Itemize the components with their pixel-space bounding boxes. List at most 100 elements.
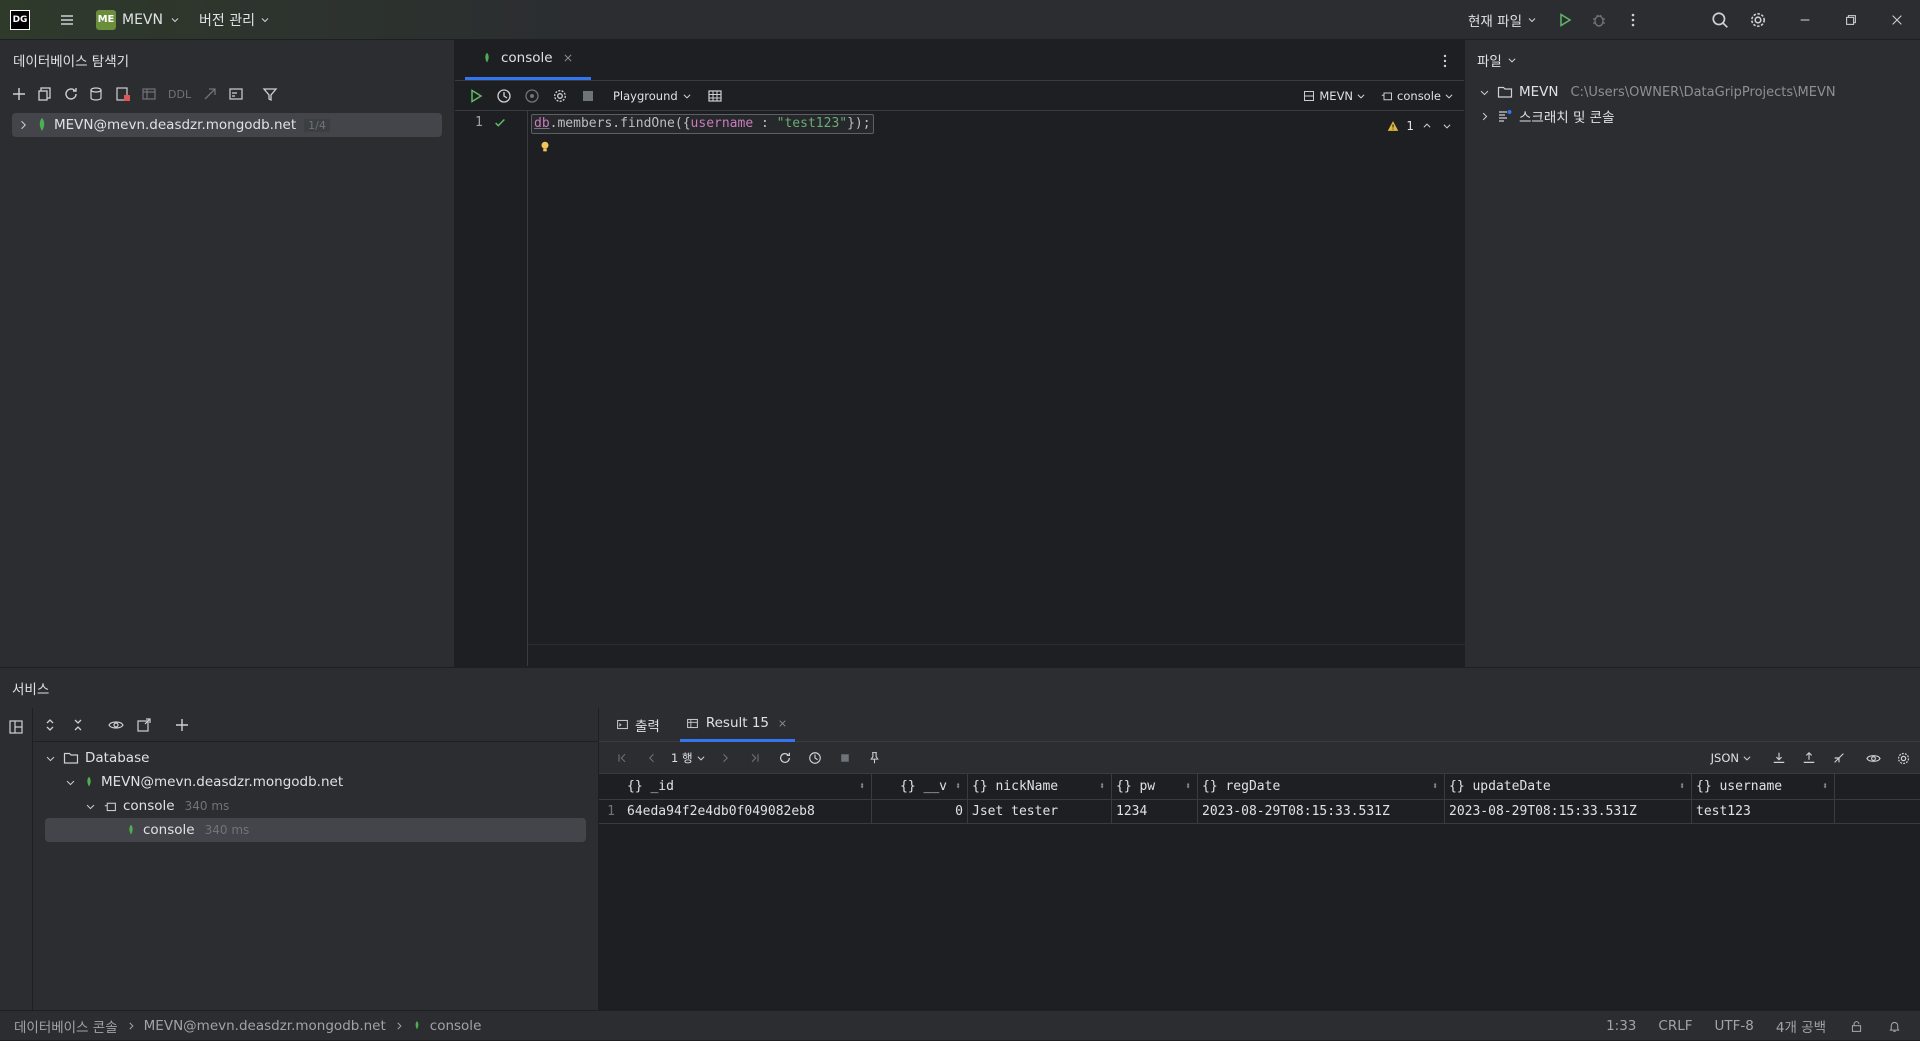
pin-icon[interactable]	[864, 747, 886, 769]
minimize-button[interactable]	[1782, 0, 1828, 40]
tree-node-datasource[interactable]: MEVN@mevn.deasdzr.mongodb.net	[33, 770, 598, 794]
lightbulb-icon[interactable]	[537, 139, 553, 155]
gear-icon[interactable]	[1892, 747, 1914, 769]
sort-icon[interactable]: ⬍	[955, 781, 961, 792]
table-cell[interactable]: 0	[872, 800, 968, 823]
chevron-down-icon[interactable]	[1440, 115, 1454, 137]
compare-icon[interactable]	[1828, 747, 1850, 769]
sort-icon[interactable]: ⬍	[1432, 781, 1438, 792]
expand-all-icon[interactable]	[39, 714, 61, 736]
tab-console[interactable]: console	[465, 39, 591, 80]
sort-icon[interactable]: ⬍	[1679, 781, 1685, 792]
table-cell[interactable]: test123	[1692, 800, 1835, 823]
last-page-icon[interactable]	[744, 747, 766, 769]
breadcrumb-item[interactable]: 데이터베이스 콘솔	[14, 1016, 118, 1036]
column-header[interactable]: {} nickName ⬍	[968, 774, 1112, 799]
more-vertical-icon[interactable]	[1434, 50, 1456, 72]
table-row[interactable]: 1 64eda94f2e4db0f049082eb8 0 Jset tester…	[599, 800, 1920, 824]
chevron-right-icon[interactable]	[16, 114, 30, 136]
stop-icon[interactable]	[577, 85, 599, 107]
vcs-menu[interactable]: 버전 관리	[199, 9, 271, 31]
table-cell[interactable]: 2023-08-29T08:15:33.531Z	[1445, 800, 1692, 823]
refresh-icon[interactable]	[774, 747, 796, 769]
layout-icon[interactable]	[5, 716, 27, 738]
notifications-bell-icon[interactable]	[1886, 1015, 1902, 1037]
cursor-position[interactable]: 1:33	[1606, 1018, 1636, 1034]
history-icon[interactable]	[493, 85, 515, 107]
new-tab-icon[interactable]	[133, 714, 155, 736]
breadcrumb-item[interactable]: MEVN@mevn.deasdzr.mongodb.net	[144, 1018, 386, 1034]
close-icon[interactable]	[775, 712, 789, 734]
sort-icon[interactable]: ⬍	[1185, 781, 1191, 792]
project-tree-item[interactable]: MEVN C:\Users\OWNER\DataGripProjects\MEV…	[1465, 80, 1920, 104]
format-select[interactable]: JSON	[1711, 747, 1752, 769]
debug-icon[interactable]	[1588, 9, 1610, 31]
eye-icon[interactable]	[1862, 747, 1884, 769]
run-config-selector[interactable]: 현재 파일	[1468, 9, 1538, 31]
stop-icon[interactable]	[834, 747, 856, 769]
chevron-up-icon[interactable]	[1420, 115, 1434, 137]
main-menu-icon[interactable]	[56, 9, 78, 31]
breadcrumb-item[interactable]: console	[430, 1018, 482, 1034]
table-cell[interactable]: 64eda94f2e4db0f049082eb8	[623, 800, 872, 823]
chevron-down-icon[interactable]	[1477, 81, 1491, 103]
horizontal-scrollbar[interactable]	[528, 644, 1465, 666]
line-separator[interactable]: CRLF	[1658, 1018, 1692, 1034]
chevron-down-icon[interactable]	[43, 747, 57, 769]
upload-icon[interactable]	[1798, 747, 1820, 769]
restore-button[interactable]	[1828, 0, 1874, 40]
tab-result[interactable]: Result 15	[679, 708, 796, 742]
files-panel-title[interactable]: 파일	[1465, 40, 1920, 80]
column-header[interactable]: {} pw ⬍	[1112, 774, 1198, 799]
table-cell[interactable]: Jset tester	[968, 800, 1112, 823]
chevron-down-icon[interactable]	[63, 771, 77, 793]
tree-node-console-group[interactable]: console 340 ms	[33, 794, 598, 818]
datasource-select[interactable]: MEVN	[1302, 85, 1366, 107]
collapse-all-icon[interactable]	[67, 714, 89, 736]
gear-icon[interactable]	[549, 85, 571, 107]
run-icon[interactable]	[1554, 9, 1576, 31]
add-icon[interactable]	[8, 83, 30, 105]
search-icon[interactable]	[1708, 9, 1732, 31]
add-service-icon[interactable]	[171, 714, 193, 736]
file-encoding[interactable]: UTF-8	[1715, 1018, 1754, 1034]
sort-icon[interactable]: ⬍	[859, 781, 865, 792]
close-window-button[interactable]	[1874, 0, 1920, 40]
lock-icon[interactable]	[1848, 1015, 1864, 1037]
console-icon[interactable]	[225, 83, 247, 105]
copy-icon[interactable]	[34, 83, 56, 105]
tree-node-console[interactable]: console 340 ms	[45, 818, 586, 842]
execute-icon[interactable]	[465, 85, 487, 107]
gear-icon[interactable]	[1746, 9, 1770, 31]
tab-output[interactable]: 출력	[609, 708, 666, 742]
more-vertical-icon[interactable]	[1622, 9, 1644, 31]
prev-page-icon[interactable]	[641, 747, 663, 769]
stop-circle-icon[interactable]	[521, 85, 543, 107]
grid-icon[interactable]	[704, 85, 726, 107]
chevron-down-icon[interactable]	[83, 795, 97, 817]
db-properties-icon[interactable]	[86, 83, 108, 105]
sort-icon[interactable]: ⬍	[1822, 781, 1828, 792]
column-header[interactable]: {} updateDate ⬍	[1445, 774, 1692, 799]
column-header[interactable]: {} username ⬍	[1692, 774, 1835, 799]
inspection-indicator[interactable]: 1	[1386, 115, 1454, 137]
next-page-icon[interactable]	[714, 747, 736, 769]
project-selector[interactable]: ME MEVN	[96, 9, 181, 31]
filter-icon[interactable]	[259, 83, 281, 105]
table-cell[interactable]: 2023-08-29T08:15:33.531Z	[1198, 800, 1445, 823]
datasource-tree-item[interactable]: MEVN@mevn.deasdzr.mongodb.net 1/4	[12, 113, 442, 137]
close-icon[interactable]	[561, 47, 575, 69]
playground-select[interactable]: Playground	[613, 85, 692, 107]
download-icon[interactable]	[1768, 747, 1790, 769]
jump-icon[interactable]	[199, 83, 221, 105]
rows-select[interactable]: 1 행	[671, 747, 706, 769]
table-cell[interactable]: 1234	[1112, 800, 1198, 823]
table-icon[interactable]	[138, 83, 160, 105]
history-icon[interactable]	[804, 747, 826, 769]
column-header[interactable]: {} __v ⬍	[872, 774, 968, 799]
column-header[interactable]: {} regDate ⬍	[1198, 774, 1445, 799]
code-line[interactable]: db.members.findOne({username : "test123"…	[531, 114, 874, 134]
first-page-icon[interactable]	[611, 747, 633, 769]
session-select[interactable]: console	[1380, 85, 1454, 107]
tree-node-database[interactable]: Database	[33, 746, 598, 770]
